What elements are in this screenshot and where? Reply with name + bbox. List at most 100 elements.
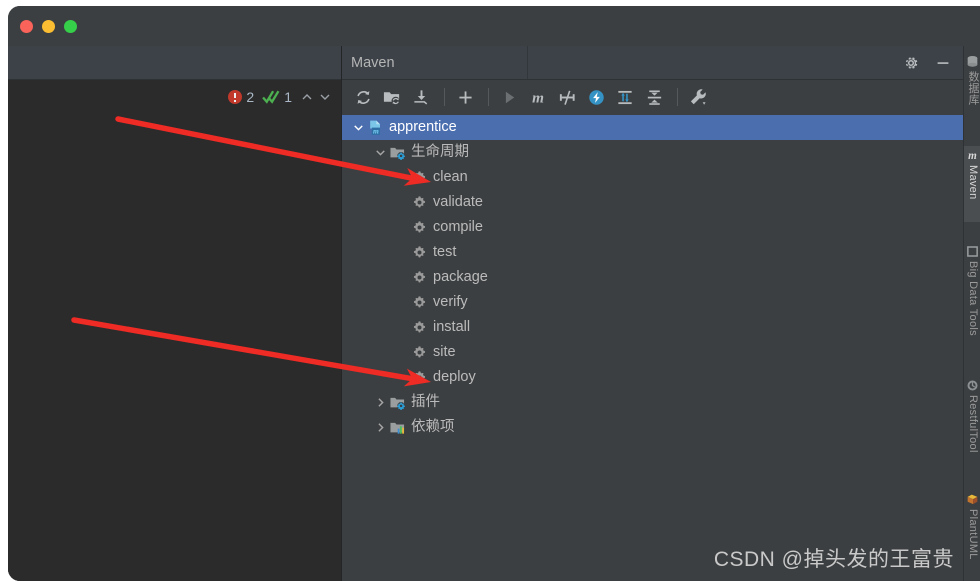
tree-row-label: 生命周期 bbox=[411, 144, 469, 161]
tree-row-label: install bbox=[433, 319, 471, 336]
tree-row-label: apprentice bbox=[389, 119, 457, 136]
gear-icon bbox=[410, 169, 428, 187]
gear-icon bbox=[410, 319, 428, 337]
tree-row-label: 依赖项 bbox=[411, 419, 455, 436]
chevron-down-icon[interactable] bbox=[350, 120, 366, 136]
maven-project-tree[interactable]: m apprentice 生命周期 clean validate compile test p… bbox=[342, 115, 964, 581]
gear-icon bbox=[410, 344, 428, 362]
tree-row[interactable]: 生命周期 bbox=[342, 140, 964, 165]
expand-all-icon[interactable] bbox=[612, 84, 638, 110]
editor-content-area[interactable] bbox=[8, 114, 341, 581]
tool-window-tab-plantuml[interactable]: PlantUML bbox=[964, 490, 980, 580]
tool-window-tab-label: 数据库 bbox=[967, 71, 979, 105]
maven-project-icon: m bbox=[366, 119, 384, 137]
chevron-right-icon[interactable] bbox=[372, 420, 388, 436]
tree-row-label: clean bbox=[433, 169, 468, 186]
title-bar bbox=[8, 6, 980, 46]
double-check-icon bbox=[262, 90, 280, 104]
reload-icon[interactable] bbox=[350, 84, 376, 110]
maven-tab[interactable]: Maven bbox=[342, 46, 528, 79]
chevron-down-icon[interactable] bbox=[318, 90, 332, 104]
tree-row-label: 插件 bbox=[411, 394, 440, 411]
tool-window-tab-maven[interactable]: m Maven bbox=[964, 146, 980, 222]
minimize-window-button[interactable] bbox=[42, 20, 55, 33]
maven-tool-window: Maven m m apprentice 生命周期 clean validate… bbox=[341, 46, 964, 581]
tool-window-tab-big-data-tools[interactable]: Big Data Tools bbox=[964, 242, 980, 360]
window-controls bbox=[20, 20, 77, 33]
settings-icon[interactable] bbox=[902, 54, 920, 72]
tree-row-label: validate bbox=[433, 194, 483, 211]
tool-window-tab-数据库[interactable]: 数据库 bbox=[964, 52, 980, 124]
minimize-icon[interactable] bbox=[934, 54, 952, 72]
ide-window: 2 1 Maven m m apprentice 生命周期 clean vali… bbox=[8, 6, 980, 581]
svg-text:m: m bbox=[372, 127, 378, 136]
gear-icon bbox=[410, 269, 428, 287]
tree-row-label: deploy bbox=[433, 369, 476, 386]
error-count: 2 bbox=[246, 89, 255, 105]
right-tool-window-bar: 数据库 m Maven Big Data Tools RestfulTool PlantU… bbox=[963, 46, 980, 581]
chevron-down-icon[interactable] bbox=[372, 145, 388, 161]
maven-header-buttons bbox=[902, 46, 964, 79]
tool-window-tab-label: Maven bbox=[967, 165, 979, 200]
tree-row[interactable]: test bbox=[342, 240, 964, 265]
tree-row[interactable]: 插件 bbox=[342, 390, 964, 415]
collapse-all-icon[interactable] bbox=[641, 84, 667, 110]
tree-row-label: test bbox=[433, 244, 457, 261]
tree-row[interactable]: deploy bbox=[342, 365, 964, 390]
tree-row-label: compile bbox=[433, 219, 483, 236]
toggle-skip-tests-icon[interactable] bbox=[554, 84, 580, 110]
plantuml-icon bbox=[966, 493, 980, 507]
run-icon[interactable] bbox=[496, 84, 522, 110]
gear-icon bbox=[410, 294, 428, 312]
maximize-window-button[interactable] bbox=[64, 20, 77, 33]
tree-row[interactable]: compile bbox=[342, 215, 964, 240]
watermark-text: CSDN @掉头发的王富贵 bbox=[713, 548, 954, 571]
chevron-up-icon[interactable] bbox=[300, 90, 314, 104]
plus-icon[interactable] bbox=[452, 84, 478, 110]
toolbar-separator-1 bbox=[444, 88, 445, 106]
tree-row[interactable]: m apprentice bbox=[342, 115, 964, 140]
editor-tab-strip[interactable] bbox=[8, 46, 341, 80]
screenshot-root: 2 1 Maven m m apprentice 生命周期 clean vali… bbox=[0, 0, 980, 581]
maven-header: Maven bbox=[342, 46, 964, 80]
maven-m-icon[interactable]: m bbox=[525, 84, 551, 110]
maven-toolbar: m bbox=[342, 80, 964, 114]
tree-row[interactable]: clean bbox=[342, 165, 964, 190]
big-data-tools-icon bbox=[966, 245, 980, 259]
lifecycle-folder-icon bbox=[388, 144, 406, 162]
tree-row[interactable]: validate bbox=[342, 190, 964, 215]
wrench-icon[interactable] bbox=[685, 84, 711, 110]
tree-twisty-placeholder bbox=[394, 295, 410, 311]
editor-inspection-strip: 2 1 bbox=[8, 80, 341, 114]
toggle-offline-icon[interactable] bbox=[583, 84, 609, 110]
chevron-right-icon[interactable] bbox=[372, 395, 388, 411]
close-window-button[interactable] bbox=[20, 20, 33, 33]
svg-text:m: m bbox=[532, 89, 544, 106]
tree-row[interactable]: site bbox=[342, 340, 964, 365]
tool-window-tab-label: Big Data Tools bbox=[967, 261, 979, 336]
tree-row[interactable]: install bbox=[342, 315, 964, 340]
tree-twisty-placeholder bbox=[394, 370, 410, 386]
ok-count: 1 bbox=[284, 89, 292, 105]
maven-header-spacer bbox=[528, 46, 902, 79]
download-sources-icon[interactable] bbox=[408, 84, 434, 110]
tree-row[interactable]: package bbox=[342, 265, 964, 290]
gear-icon bbox=[410, 219, 428, 237]
add-maven-project-icon[interactable] bbox=[379, 84, 405, 110]
tree-twisty-placeholder bbox=[394, 270, 410, 286]
tree-row[interactable]: verify bbox=[342, 290, 964, 315]
gear-icon bbox=[410, 194, 428, 212]
tree-row[interactable]: 依赖项 bbox=[342, 415, 964, 440]
maven-m-icon: m bbox=[966, 149, 980, 163]
tool-window-tab-label: RestfulTool bbox=[967, 395, 979, 453]
inspection-widget: 2 1 bbox=[228, 88, 332, 106]
plugins-folder-icon bbox=[388, 394, 406, 412]
restful-tool-icon bbox=[966, 379, 980, 393]
database-icon bbox=[966, 55, 980, 69]
tree-twisty-placeholder bbox=[394, 220, 410, 236]
tree-twisty-placeholder bbox=[394, 170, 410, 186]
tool-window-tab-restfultool[interactable]: RestfulTool bbox=[964, 376, 980, 472]
svg-text:m: m bbox=[968, 150, 977, 162]
tool-window-tab-label: PlantUML bbox=[967, 509, 979, 560]
tree-twisty-placeholder bbox=[394, 320, 410, 336]
